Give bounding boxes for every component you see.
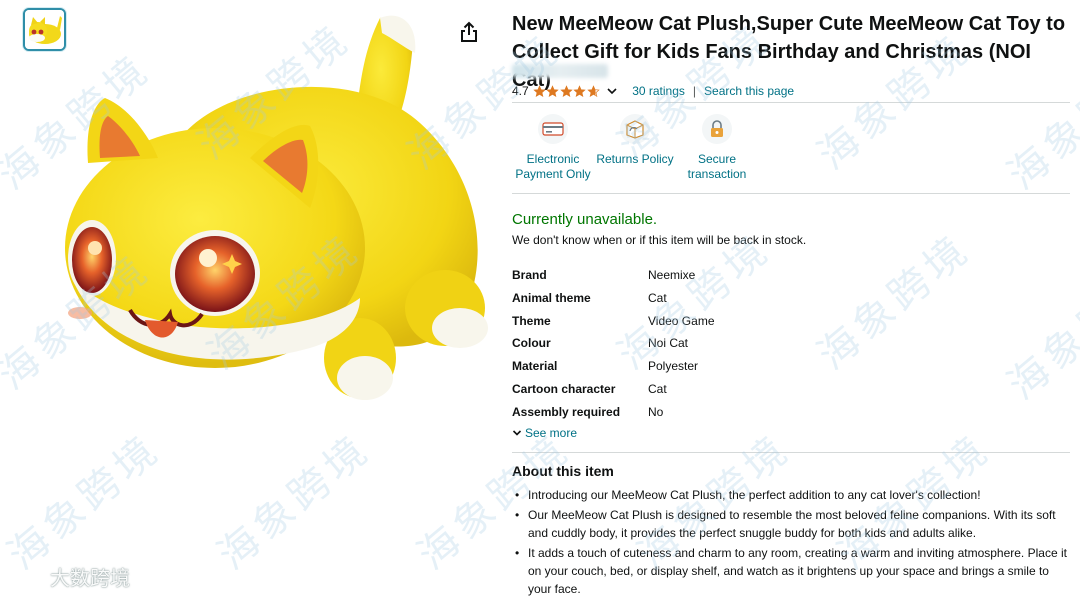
divider [512, 102, 1070, 103]
spec-value: Noi Cat [648, 336, 689, 351]
about-bullet: Our MeeMeow Cat Plush is designed to res… [512, 506, 1070, 542]
spec-row: Cartoon character Cat [512, 380, 932, 403]
product-main-image[interactable] [60, 8, 500, 408]
star-icon [559, 84, 573, 97]
store-link-blurred[interactable] [512, 64, 608, 78]
spec-row: Colour Noi Cat [512, 334, 932, 357]
chevron-down-icon[interactable] [606, 85, 618, 97]
rating-value: 4.7 [512, 84, 529, 98]
card-icon [538, 114, 568, 144]
spec-row: Material Polyester [512, 357, 932, 380]
star-icon [586, 84, 600, 97]
spec-row: Brand Neemixe [512, 266, 932, 289]
divider [512, 193, 1070, 194]
search-page-link[interactable]: Search this page [704, 84, 794, 98]
spec-key: Brand [512, 268, 547, 282]
spec-value: Cat [648, 290, 667, 305]
about-bullet: It adds a touch of cuteness and charm to… [512, 544, 1070, 596]
spec-key: Animal theme [512, 290, 591, 305]
spec-key: Assembly required [512, 404, 621, 419]
logo-icon [10, 567, 43, 583]
star-icon [532, 84, 546, 97]
separator: | [692, 84, 697, 98]
badge-label: Electronic [526, 152, 580, 166]
badge-secure-transaction[interactable]: Secure transaction [672, 110, 762, 182]
badge-returns-policy[interactable]: Returns Policy [590, 110, 680, 167]
star-icon [546, 84, 559, 97]
watermark: 海象跨境 [999, 255, 1080, 409]
spec-key: Colour [512, 336, 551, 351]
corner-watermark-text: 大数跨境 [50, 566, 130, 590]
badge-label: Payment Only [515, 167, 591, 181]
chevron-down-icon [512, 430, 522, 436]
star-icon [573, 84, 586, 97]
divider [512, 452, 1070, 453]
about-bullets: Introducing our MeeMeow Cat Plush, the p… [512, 486, 1070, 596]
badge-label: Secure [697, 152, 737, 166]
return-box-icon [620, 114, 650, 144]
rating-row: 4.7 30 ratings | Search this page [512, 83, 794, 99]
spec-value: Video Game [648, 313, 715, 328]
about-title: About this item [512, 463, 614, 479]
spec-value: No [648, 404, 664, 419]
spec-key: Theme [512, 313, 551, 328]
watermark: 海象跨境 [0, 425, 170, 579]
spec-value: Neemixe [648, 268, 696, 282]
badge-label: transaction [687, 167, 747, 181]
spec-value: Polyester [648, 359, 699, 374]
product-title: New MeeMeow Cat Plush,Super Cute MeeMeow… [512, 13, 1066, 91]
spec-value: Cat [648, 381, 667, 396]
availability-status: Currently unavailable. [512, 211, 658, 228]
see-more-label: See more [525, 426, 578, 440]
badge-electronic-payment[interactable]: Electronic Payment Only [508, 110, 598, 182]
spec-row: Animal theme Cat [512, 289, 932, 312]
spec-row: Theme Video Game [512, 312, 932, 335]
ratings-link[interactable]: 30 ratings [632, 84, 685, 98]
spec-key: Material [512, 359, 558, 374]
lock-icon [702, 114, 732, 144]
star-rating[interactable] [532, 84, 601, 98]
corner-watermark-logo: 大数跨境 [8, 562, 130, 591]
see-more-link[interactable]: See more [512, 426, 577, 440]
spec-row: Assembly required No [512, 403, 932, 426]
spec-key: Cartoon character [512, 381, 616, 396]
trust-badges: Electronic Payment Only Returns Policy S… [512, 110, 812, 190]
watermark: 海象跨境 [209, 425, 380, 579]
badge-label: Returns Policy [596, 152, 674, 166]
product-specs-table: Brand Neemixe Animal theme Cat Theme Video … [512, 266, 932, 426]
about-bullet: Introducing our MeeMeow Cat Plush, the p… [512, 486, 1070, 504]
availability-note: We don't know when or if this item will … [512, 233, 807, 247]
